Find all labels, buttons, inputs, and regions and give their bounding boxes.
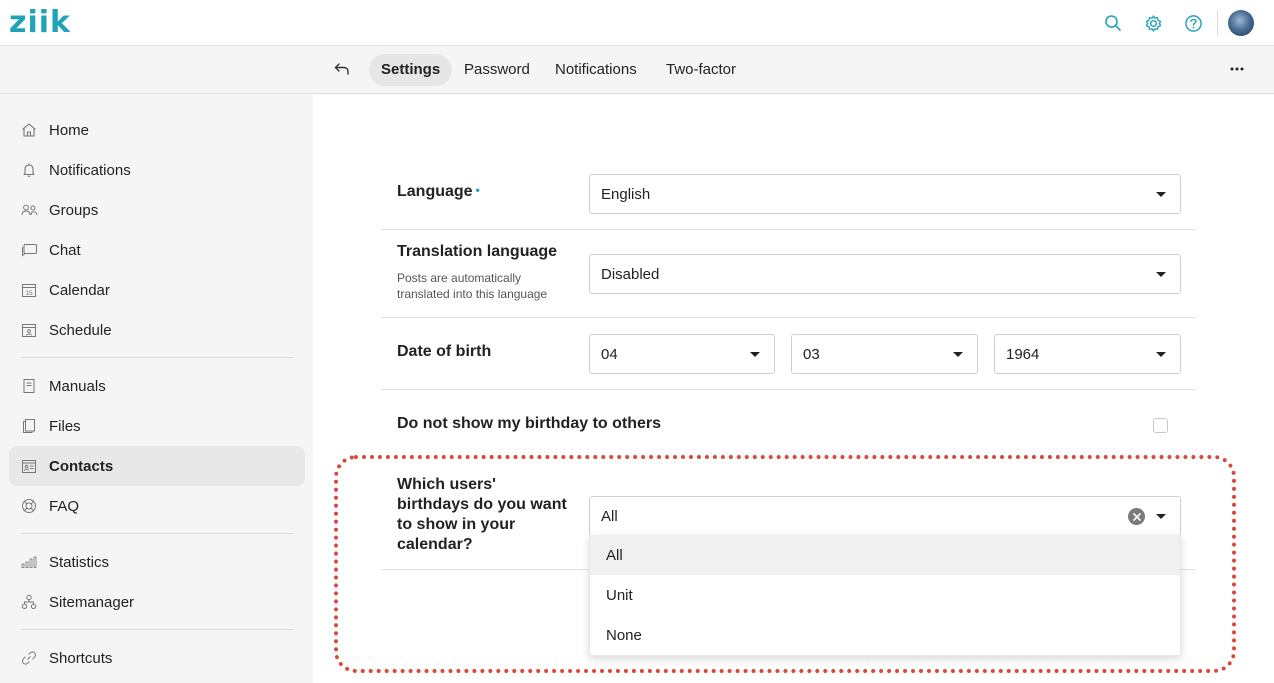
translation-language-value: Disabled [601, 266, 660, 283]
birth-day-select[interactable]: 04 [589, 334, 775, 374]
calendar-birthdays-value: All [601, 508, 618, 525]
gear-icon[interactable] [1141, 11, 1165, 35]
sidebar-item-groups[interactable]: Groups [9, 190, 305, 230]
chevron-down-icon [1156, 272, 1166, 277]
manual-icon [20, 377, 38, 395]
sidebar-item-label: FAQ [49, 497, 80, 515]
birth-month-select[interactable]: 03 [791, 334, 978, 374]
users-icon [20, 201, 38, 219]
sidebar-item-faq[interactable]: FAQ [9, 486, 305, 526]
chevron-down-icon [1156, 192, 1166, 197]
sidebar-item-label: Schedule [49, 321, 112, 339]
chat-icon [20, 241, 38, 259]
ziik-logo[interactable]: ziik [9, 5, 71, 40]
help-icon[interactable] [1181, 11, 1205, 35]
clear-icon[interactable] [1128, 508, 1145, 525]
option-none[interactable]: None [590, 615, 1180, 655]
sidebar-item-label: Sitemanager [49, 593, 135, 611]
sidebar-item-label: Statistics [49, 553, 110, 571]
sidebar-item-schedule[interactable]: Schedule [9, 310, 305, 350]
sidebar-item-label: Shortcuts [49, 649, 113, 667]
calendar-birthdays-select[interactable]: All [589, 496, 1181, 536]
calendar-birthdays-label: Which users' birthdays do you want to sh… [397, 476, 567, 553]
search-icon[interactable] [1101, 11, 1125, 35]
date-of-birth-row: Date of birth 04 03 1964 [381, 318, 1196, 390]
back-icon[interactable] [331, 58, 353, 80]
birth-year-select[interactable]: 1964 [994, 334, 1181, 374]
translation-language-label: Translation language [397, 243, 558, 260]
avatar[interactable] [1228, 10, 1254, 36]
svg-text:15: 15 [25, 290, 33, 297]
sidebar-divider [21, 629, 293, 630]
required-indicator: • [475, 183, 480, 197]
option-all[interactable]: All [590, 535, 1180, 575]
sidebar-item-label: Manuals [49, 377, 106, 395]
chevron-down-icon [1156, 352, 1166, 357]
sidebar-divider [21, 357, 293, 358]
birth-day-value: 04 [601, 346, 618, 363]
hide-birthday-checkbox[interactable] [1153, 418, 1168, 433]
sidebar-item-files[interactable]: Files [9, 406, 305, 446]
birth-year-value: 1964 [1006, 346, 1040, 363]
option-unit[interactable]: Unit [590, 575, 1180, 615]
date-of-birth-label: Date of birth [397, 343, 492, 360]
sidebar-item-contacts[interactable]: Contacts [9, 446, 305, 486]
schedule-icon [20, 321, 38, 339]
sidebar-item-label: Chat [49, 241, 81, 259]
more-options-icon[interactable] [1226, 58, 1248, 80]
contacts-icon [20, 457, 38, 475]
translation-language-select[interactable]: Disabled [589, 254, 1181, 294]
settings-tab-bar: Settings Password Notifications Two-fact… [0, 46, 1274, 94]
language-select[interactable]: English [589, 174, 1181, 214]
sidebar-item-calendar[interactable]: 15 Calendar [9, 270, 305, 310]
chevron-down-icon [953, 352, 963, 357]
top-bar: ziik [0, 0, 1274, 46]
sidebar: Home Notifications Groups Chat 15 Calend… [0, 95, 313, 683]
header-divider [1217, 10, 1218, 36]
sidebar-item-chat[interactable]: Chat [9, 230, 305, 270]
tab-password[interactable]: Password [452, 54, 542, 86]
sidebar-item-home[interactable]: Home [9, 110, 305, 150]
chevron-down-icon [750, 352, 760, 357]
birth-month-value: 03 [803, 346, 820, 363]
sidebar-divider [21, 533, 293, 534]
calendar-birthdays-dropdown: All Unit None [589, 535, 1181, 656]
language-value: English [601, 186, 651, 203]
chevron-down-icon [1156, 514, 1166, 519]
tab-settings[interactable]: Settings [369, 54, 453, 86]
translation-language-hint: Posts are automatically translated into t… [397, 271, 548, 301]
sidebar-item-label: Contacts [49, 457, 114, 475]
sidebar-item-statistics[interactable]: Statistics [9, 542, 305, 582]
sidebar-item-sitemanager[interactable]: Sitemanager [9, 582, 305, 622]
tab-two-factor[interactable]: Two-factor [654, 54, 748, 86]
hide-birthday-label: Do not show my birthday to others [397, 415, 662, 432]
settings-panel: Language • English Translation language P… [313, 95, 1274, 683]
sidebar-item-label: Notifications [49, 161, 131, 179]
translation-language-row: Translation language Posts are automatic… [381, 230, 1196, 318]
tab-notifications[interactable]: Notifications [543, 54, 649, 86]
sidebar-item-manuals[interactable]: Manuals [9, 366, 305, 406]
sidebar-item-label: Files [49, 417, 81, 435]
sidebar-item-notifications[interactable]: Notifications [9, 150, 305, 190]
sidebar-item-label: Groups [49, 201, 99, 219]
language-label: Language • [397, 183, 480, 200]
statistics-icon [20, 553, 38, 571]
lifebuoy-icon [20, 497, 38, 515]
language-row: Language • English [381, 161, 1196, 230]
bell-icon [20, 161, 38, 179]
sitemap-icon [20, 593, 38, 611]
sidebar-item-label: Calendar [49, 281, 110, 299]
calendar-icon: 15 [20, 281, 38, 299]
files-icon [20, 417, 38, 435]
sidebar-item-label: Home [49, 121, 90, 139]
home-icon [20, 121, 38, 139]
link-icon [20, 649, 38, 667]
sidebar-item-shortcuts[interactable]: Shortcuts [9, 638, 305, 678]
hide-birthday-row: Do not show my birthday to others [381, 390, 1196, 454]
